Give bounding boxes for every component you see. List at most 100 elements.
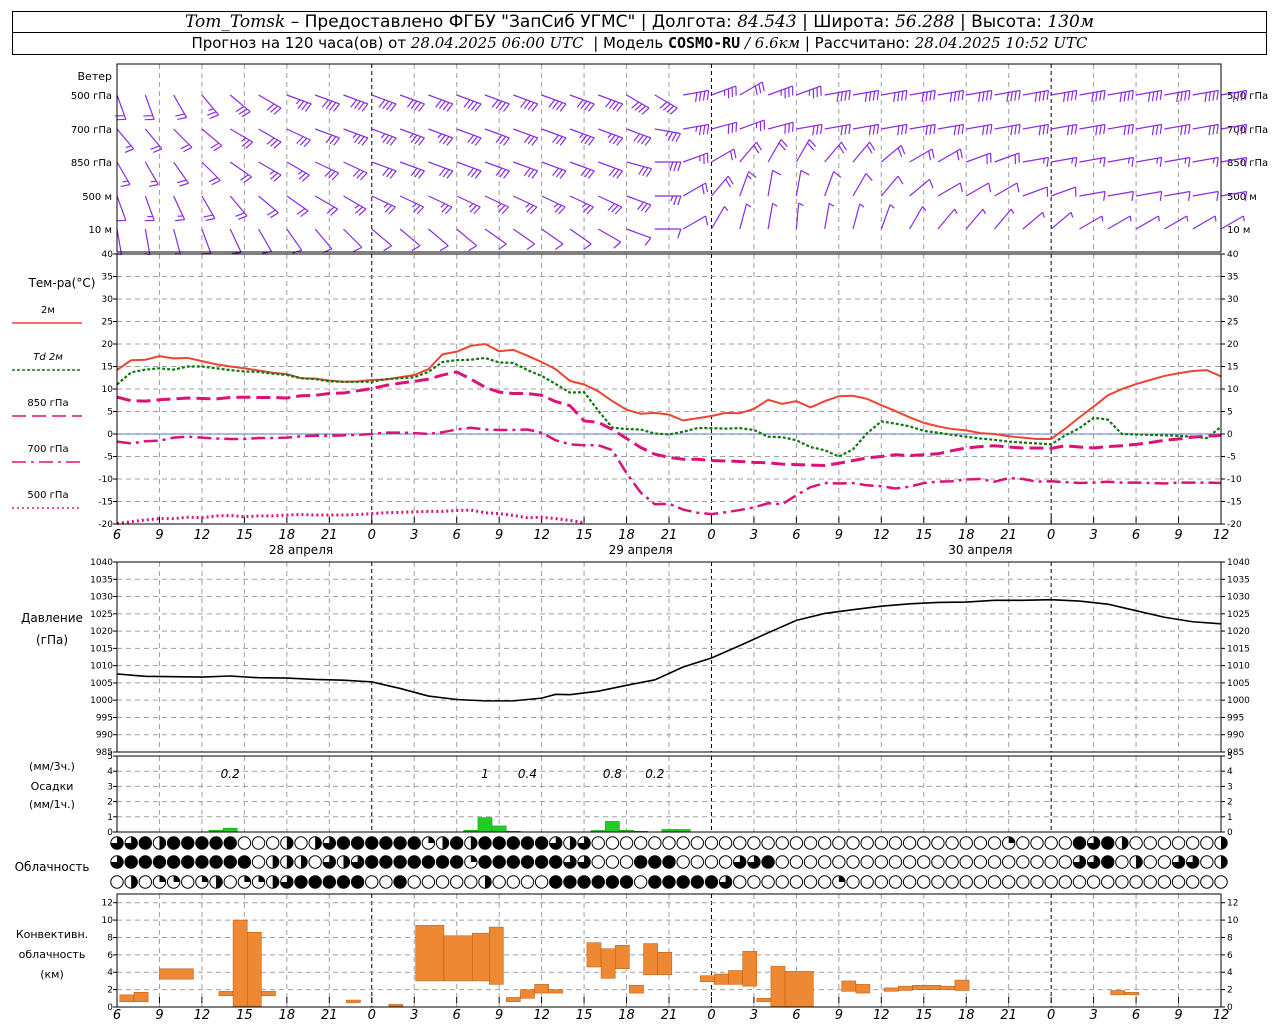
- wind-barb-shaft: [909, 178, 930, 197]
- wind-barb-feather: [1016, 182, 1020, 193]
- cloud-symbol: [379, 855, 393, 869]
- cloud-symbol-fill: [422, 855, 435, 869]
- wind-barb-half-feather: [670, 195, 674, 202]
- cloud-symbol: [704, 875, 719, 889]
- cloud-symbol: [407, 875, 421, 889]
- cloud-symbol-fill: [224, 855, 237, 869]
- wind-barb-shaft: [1164, 190, 1191, 197]
- wind-barb-feather: [1127, 125, 1131, 135]
- cloud-symbol-fill: [272, 875, 279, 889]
- wind-barb: [1192, 89, 1219, 103]
- wind-barb-shaft: [569, 128, 595, 139]
- wind-barb-shaft: [399, 228, 421, 247]
- cloud-symbol-outline: [1143, 836, 1157, 850]
- tick-label-right: 1040: [1227, 558, 1250, 568]
- conv-bar: [548, 989, 564, 994]
- cloud-symbol-fill: [620, 875, 633, 889]
- wind-barb-half-feather: [125, 145, 132, 149]
- wind-barb-feather: [120, 183, 131, 188]
- wind-barb-feather: [1099, 91, 1102, 101]
- wind-barb-shaft: [371, 94, 397, 105]
- wind-barb-shaft: [711, 175, 729, 197]
- cloud-symbol: [393, 855, 407, 869]
- cloud-symbol: [761, 875, 775, 889]
- wind-barb-shaft: [399, 94, 425, 105]
- precip-bar: [477, 817, 493, 833]
- cloud-symbol: [421, 875, 436, 889]
- wind-barb-feather: [1131, 90, 1134, 100]
- cloud-symbol-fill: [1221, 855, 1228, 869]
- tick-label-left: 2: [107, 986, 113, 996]
- conv-title: Конвективн.: [16, 928, 88, 941]
- cloud-symbol-fill: [492, 855, 506, 869]
- wind-level-label-left: 500 гПа: [71, 91, 112, 102]
- wind-barb-shaft: [767, 139, 782, 163]
- wind-barb-shaft: [626, 94, 650, 109]
- tick-label-left: -20: [98, 520, 113, 530]
- cloud-symbol: [124, 836, 138, 850]
- wind-barb: [173, 228, 181, 255]
- cloud-symbol: [704, 855, 719, 869]
- hour-label-bottom: 21: [1000, 1008, 1017, 1023]
- wind-barb: [597, 228, 622, 249]
- tick-label-left: 20: [102, 340, 114, 350]
- cloud-symbol: [817, 855, 832, 869]
- wind-barb-feather: [677, 195, 682, 206]
- wind-barb-shaft: [427, 228, 449, 247]
- hour-label-bottom: 9: [495, 1008, 503, 1023]
- wind-barb: [852, 89, 880, 103]
- tick-label-left: 1025: [90, 610, 113, 620]
- cloud-symbol: [945, 875, 959, 889]
- cloud-symbol-fill: [337, 836, 350, 850]
- wind-barb-feather: [1155, 125, 1159, 135]
- wind-barb-feather: [788, 123, 790, 133]
- tick-label-left: 1030: [90, 593, 113, 603]
- wind-barb-feather: [1046, 90, 1050, 100]
- wind-barb: [881, 123, 908, 136]
- cloud-symbol-outline: [860, 836, 874, 850]
- cloud-symbol: [534, 836, 549, 850]
- wind-barb: [994, 182, 1020, 197]
- wind-barb: [937, 148, 963, 163]
- wind-barb: [569, 128, 595, 146]
- cloud-symbol: [888, 855, 903, 869]
- wind-barb-feather: [981, 91, 985, 102]
- wind-level-label-left: 700 гПа: [71, 125, 112, 136]
- wind-barb-feather: [411, 245, 421, 252]
- wind-barb-feather: [933, 90, 936, 100]
- cloud-symbol: [1115, 836, 1129, 850]
- conv-bar: [756, 998, 772, 1003]
- cloud-symbol-outline: [945, 855, 959, 869]
- cloud-symbol-fill: [286, 855, 294, 869]
- wind-barb-feather: [1131, 191, 1134, 201]
- wind-barb-shaft: [852, 141, 871, 163]
- cloud-symbol: [1157, 836, 1172, 850]
- cloud-symbol: [308, 855, 322, 869]
- wind-barb-shaft: [597, 195, 623, 208]
- cloud-symbol: [520, 855, 535, 869]
- cloud-symbol-fill: [450, 836, 463, 850]
- wind-barb-half-feather: [1242, 215, 1245, 222]
- wind-barb: [399, 94, 425, 112]
- cloud-symbol: [449, 855, 464, 869]
- hour-label-bottom: 12: [194, 1008, 211, 1023]
- hour-label-temp: 21: [321, 528, 338, 543]
- cloud-symbol-outline: [888, 855, 903, 869]
- wind-barb-half-feather: [409, 133, 414, 139]
- cloud-symbol: [195, 836, 209, 850]
- cloud-symbol: [846, 836, 860, 850]
- wind-barb-shaft: [569, 228, 592, 245]
- cloud-symbol: [931, 875, 945, 889]
- wind-barb: [909, 148, 935, 163]
- cloud-symbol: [973, 836, 988, 850]
- tick-label-left: 8: [107, 933, 113, 943]
- wind-barb-feather: [468, 245, 477, 252]
- temp-legend-label: Td 2м: [33, 352, 63, 363]
- cloud-symbol: [832, 875, 846, 889]
- tick-label-right: 995: [1227, 713, 1244, 723]
- wind-barb-feather: [733, 148, 737, 159]
- tick-label-left: 4: [107, 968, 113, 978]
- wind-barb-shaft: [371, 195, 396, 208]
- wind-barb-feather: [1159, 90, 1163, 100]
- wind-barb-feather: [1151, 91, 1155, 102]
